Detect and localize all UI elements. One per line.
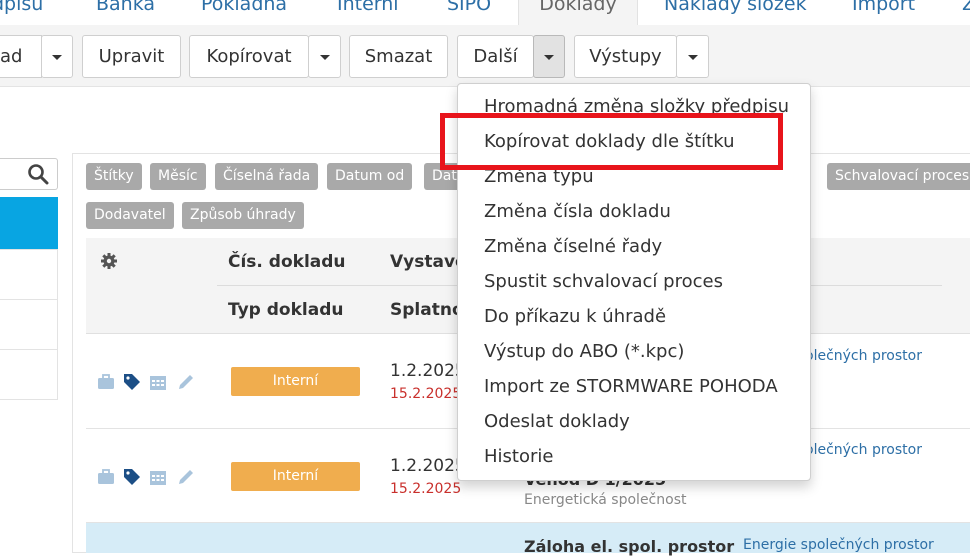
more-dropdown-toggle[interactable]: [533, 35, 565, 78]
chevron-down-icon: [544, 54, 554, 60]
search-icon[interactable]: [27, 163, 49, 185]
menu-item-change-number[interactable]: Změna čísla dokladu: [484, 194, 671, 229]
filter-chip-schvalovaci-proces[interactable]: Schvalovací proces: [827, 163, 970, 190]
tab-naklady-slozek[interactable]: Náklady složek: [664, 0, 807, 25]
calendar-icon[interactable]: [148, 372, 168, 392]
left-list-item[interactable]: [0, 299, 58, 350]
tab-banka[interactable]: Banka: [96, 0, 155, 25]
add-button[interactable]: lad: [0, 35, 42, 78]
highlight-box: [440, 113, 783, 170]
due-date: 15.2.2025: [390, 481, 462, 497]
row-link[interactable]: olečných prostor: [805, 442, 922, 458]
issued-date: 1.2.2025: [390, 361, 466, 381]
due-date: 15.2.2025: [390, 386, 462, 402]
menu-item-start-approval[interactable]: Spustit schvalovací proces: [484, 264, 723, 299]
column-header-number[interactable]: Čís. dokladu: [228, 252, 346, 272]
toolbar: lad Upravit Kopírovat Smazat Další Výstu…: [0, 25, 970, 87]
gear-icon[interactable]: [100, 252, 118, 270]
chevron-down-icon: [319, 54, 330, 60]
pencil-icon[interactable]: [176, 372, 196, 392]
add-dropdown-toggle[interactable]: [41, 35, 73, 78]
copy-dropdown-toggle[interactable]: [308, 35, 341, 78]
edit-button-label: Upravit: [98, 46, 165, 67]
menu-item-change-series[interactable]: Změna číselné řady: [484, 229, 662, 264]
delete-button[interactable]: Smazat: [349, 35, 448, 78]
menu-item-payment-order[interactable]: Do příkazu k úhradě: [484, 299, 666, 334]
filter-chip-datum-od[interactable]: Datum od: [327, 163, 413, 190]
outputs-button-label: Výstupy: [589, 46, 662, 67]
filter-chip-stitky[interactable]: Štítky: [86, 163, 142, 190]
type-badge: Interní: [231, 462, 360, 491]
more-button-label: Další: [473, 46, 518, 67]
copy-button[interactable]: Kopírovat: [189, 35, 309, 78]
chevron-down-icon: [687, 54, 698, 60]
left-list-item-selected[interactable]: [0, 197, 58, 250]
filter-chip-ciselna-rada[interactable]: Číselná řada: [215, 163, 319, 190]
calendar-icon[interactable]: [148, 467, 168, 487]
outputs-button[interactable]: Výstupy: [574, 35, 677, 78]
edit-button[interactable]: Upravit: [82, 35, 181, 78]
tab-interni[interactable]: Interní: [337, 0, 399, 25]
tab-pokladna[interactable]: Pokladna: [201, 0, 287, 25]
briefcase-icon[interactable]: [96, 467, 116, 487]
briefcase-icon[interactable]: [96, 372, 116, 392]
more-button[interactable]: Další: [457, 35, 534, 78]
copy-button-label: Kopírovat: [206, 46, 292, 67]
tab-sipo[interactable]: SIPO: [447, 0, 491, 25]
menu-item-history[interactable]: Historie: [484, 439, 553, 474]
tag-icon[interactable]: [122, 467, 142, 487]
issued-date: 1.2.2025: [390, 456, 466, 476]
tag-icon[interactable]: [122, 372, 142, 392]
filter-chip-dodavatel[interactable]: Dodavatel: [86, 202, 174, 229]
menu-item-send-documents[interactable]: Odeslat doklady: [484, 404, 630, 439]
menu-item-abo-output[interactable]: Výstup do ABO (*.kpc): [484, 334, 684, 369]
tab-import[interactable]: Import: [852, 0, 915, 25]
type-badge: Interní: [231, 367, 360, 396]
delete-button-label: Smazat: [364, 46, 433, 67]
pencil-icon[interactable]: [176, 467, 196, 487]
table-row-selected[interactable]: Záloha el. spol. prostor Energie společn…: [86, 523, 970, 556]
column-header-type[interactable]: Typ dokladu: [228, 300, 343, 320]
menu-item-pohoda-import[interactable]: Import ze STORMWARE POHODA: [484, 369, 778, 404]
tab-predpisu[interactable]: dpisu: [0, 0, 43, 25]
outputs-dropdown-toggle[interactable]: [676, 35, 709, 78]
add-button-label: lad: [0, 46, 23, 67]
tab-more[interactable]: Z: [962, 0, 970, 25]
supplier-name: Energetická společnost: [524, 492, 687, 508]
chevron-down-icon: [52, 54, 62, 60]
row-link[interactable]: Energie společných prostor: [743, 537, 934, 553]
top-nav: dpisu Banka Pokladna Interní SIPO Doklad…: [0, 0, 970, 25]
filter-chip-zpusob-uhrady[interactable]: Způsob úhrady: [182, 202, 304, 229]
row-link[interactable]: olečných prostor: [805, 348, 922, 364]
left-list-item[interactable]: [0, 349, 58, 400]
document-title: Záloha el. spol. prostor: [524, 537, 735, 556]
tab-doklady[interactable]: Doklady: [518, 0, 638, 25]
filter-chip-mesic[interactable]: Měsíc: [150, 163, 206, 190]
left-list-item[interactable]: [0, 249, 58, 300]
